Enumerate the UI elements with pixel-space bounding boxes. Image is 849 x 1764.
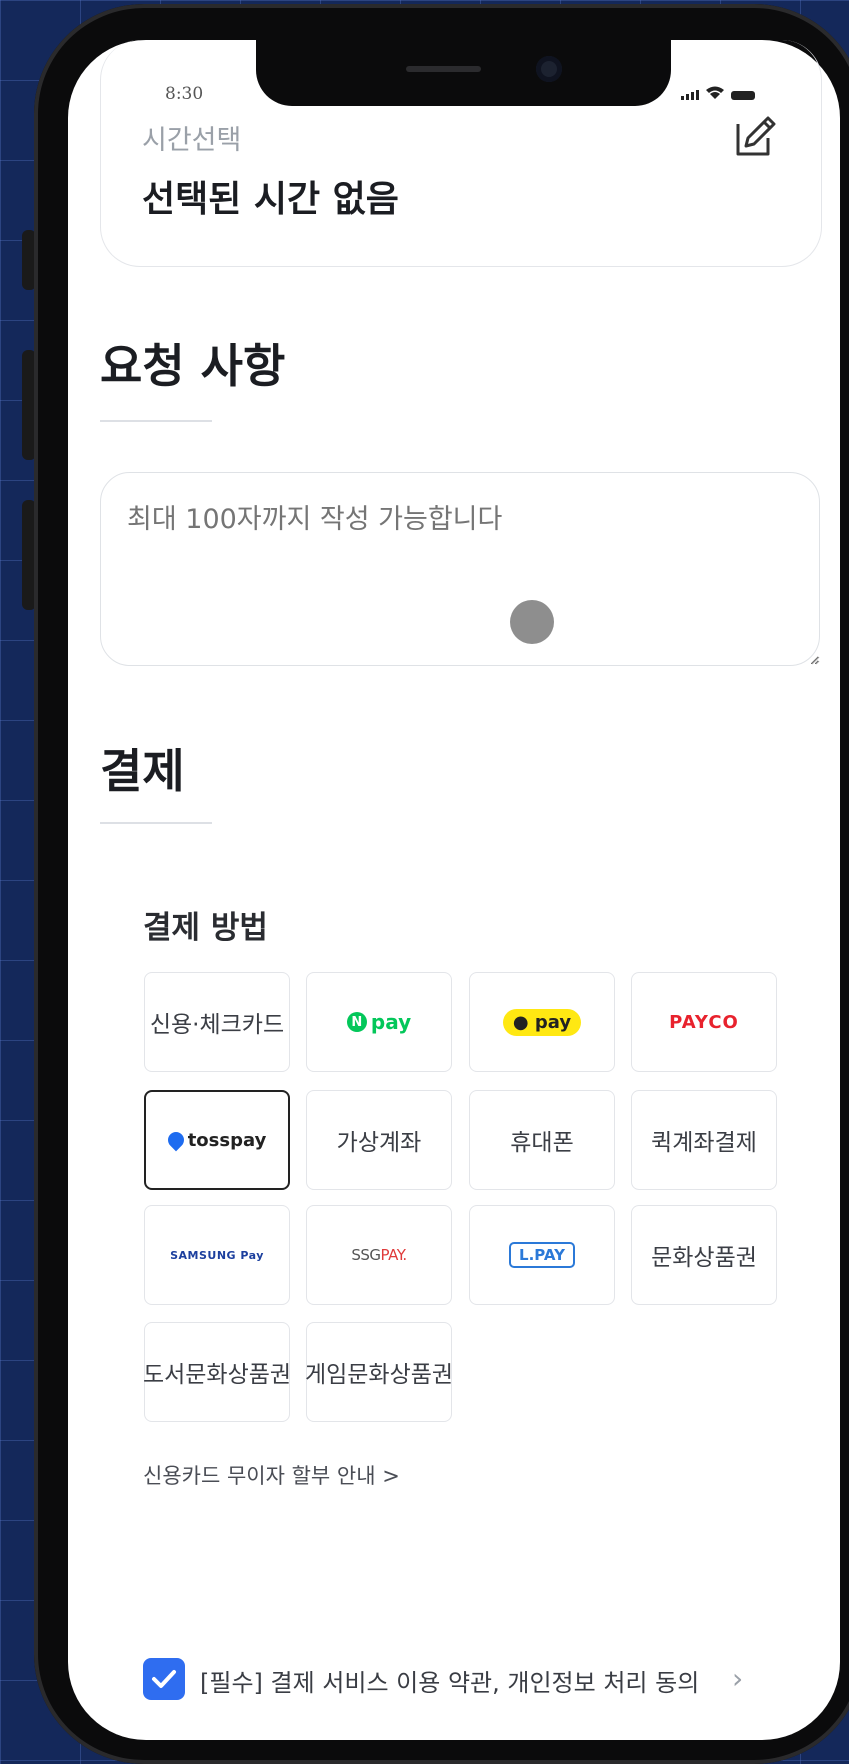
pay-method-card[interactable]: 신용·체크카드 — [144, 972, 290, 1072]
pay-method-kakaopay[interactable]: ● pay — [469, 972, 615, 1072]
pay-method-culture-voucher-label: 문화상품권 — [651, 1245, 757, 1271]
pay-method-samsungpay[interactable]: SAMSUNG Pay — [144, 1205, 290, 1305]
pay-method-phone[interactable]: 휴대폰 — [469, 1090, 615, 1190]
battery-icon — [731, 91, 755, 100]
npay-logo-icon: Npay — [346, 1010, 411, 1034]
signal-icon — [681, 90, 699, 100]
pay-method-ssgpay[interactable]: SSGPAY. — [306, 1205, 452, 1305]
camera — [536, 56, 562, 82]
chevron-right-icon[interactable]: › — [732, 1662, 743, 1695]
status-icons — [681, 86, 755, 100]
terms-label[interactable]: [필수] 결제 서비스 이용 약관, 개인정보 처리 동의 — [200, 1663, 699, 1698]
payco-logo-icon: PAYCO — [669, 1011, 739, 1033]
pay-method-game-voucher[interactable]: 게임문화상품권 — [304, 1322, 454, 1422]
samsungpay-logo-icon: SAMSUNG Pay — [170, 1248, 264, 1262]
request-textarea[interactable] — [100, 472, 820, 666]
edit-icon[interactable] — [732, 114, 778, 160]
tosspay-logo-icon: tosspay — [164, 1128, 266, 1152]
pay-method-payco[interactable]: PAYCO — [631, 972, 777, 1072]
payment-divider — [100, 822, 212, 824]
wifi-icon — [706, 86, 724, 99]
time-select-label: 시간선택 — [142, 125, 242, 156]
ssgpay-logo-icon: SSGPAY. — [351, 1246, 407, 1264]
terms-checkbox[interactable] — [143, 1658, 185, 1700]
pay-method-card-label: 신용·체크카드 — [149, 1012, 285, 1038]
pay-method-game-voucher-label: 게임문화상품권 — [304, 1362, 454, 1388]
request-divider — [100, 420, 212, 422]
pay-method-book-voucher-label: 도서문화상품권 — [142, 1362, 292, 1388]
kakaopay-logo-icon: ● pay — [502, 1008, 582, 1036]
time-select-value: 선택된 시간 없음 — [142, 179, 399, 220]
pay-method-quick-transfer[interactable]: 퀵계좌결제 — [631, 1090, 777, 1190]
pay-method-tosspay[interactable]: tosspay — [144, 1090, 290, 1190]
resize-handle-icon[interactable] — [810, 655, 820, 665]
request-title: 요청 사항 — [100, 339, 286, 393]
pay-method-culture-voucher[interactable]: 문화상품권 — [631, 1205, 777, 1305]
pay-method-virtual-account-label: 가상계좌 — [336, 1130, 422, 1156]
pay-method-quick-transfer-label: 퀵계좌결제 — [651, 1130, 757, 1156]
payment-title: 결제 — [100, 744, 185, 798]
pay-method-npay[interactable]: Npay — [306, 972, 452, 1072]
lpay-logo-icon: L.PAY — [509, 1242, 575, 1268]
pay-method-virtual-account[interactable]: 가상계좌 — [306, 1090, 452, 1190]
status-time: 8:30 — [165, 84, 204, 104]
pay-method-book-voucher[interactable]: 도서문화상품권 — [142, 1322, 292, 1422]
installment-info-link[interactable]: 신용카드 무이자 할부 안내 > — [143, 1460, 400, 1490]
check-icon — [152, 1670, 176, 1688]
touch-indicator — [510, 600, 554, 644]
payment-method-label: 결제 방법 — [143, 910, 268, 946]
speaker — [406, 66, 481, 72]
pay-method-phone-label: 휴대폰 — [510, 1130, 574, 1156]
pay-method-lpay[interactable]: L.PAY — [469, 1205, 615, 1305]
phone-notch — [256, 40, 671, 106]
